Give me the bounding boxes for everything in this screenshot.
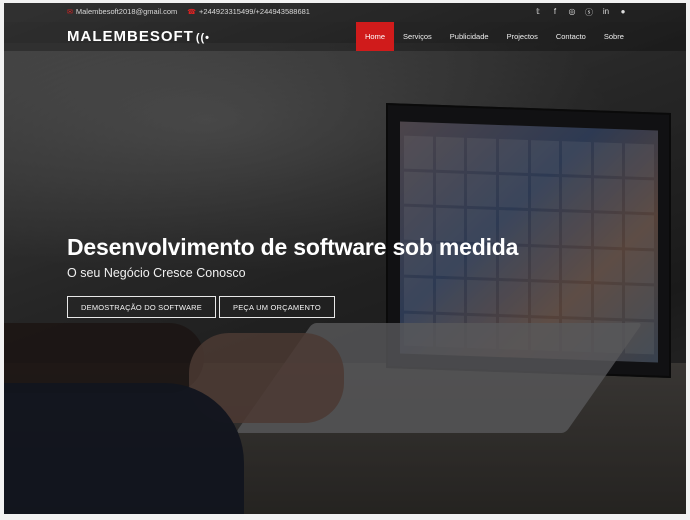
nav-item-home[interactable]: Home (356, 22, 395, 51)
main-menu: Home Serviços Publicidade Projectos Contacto… (356, 22, 633, 51)
phone-item[interactable]: ☎ +244923315499/+244943588681 (187, 7, 310, 16)
nav-item-contacto[interactable]: Contacto (547, 22, 595, 51)
nav-item-servicos[interactable]: Serviços (394, 22, 441, 51)
main-navbar: MALEMBESOFT ((• Home Serviços Publicidade Pr… (4, 22, 686, 51)
facebook-icon[interactable]: f (551, 7, 559, 18)
envelope-icon: ✉ (67, 9, 73, 16)
linkedin-icon[interactable]: in (602, 7, 610, 18)
phone-text: +244923315499/+244943588681 (199, 7, 310, 16)
skype-icon[interactable]: ⓢ (585, 7, 593, 18)
demo-software-button[interactable]: DEMOSTRAÇÃO DO SOFTWARE (67, 296, 216, 318)
request-quote-button[interactable]: PEÇA UM ORÇAMENTO (219, 296, 335, 318)
nav-item-publicidade[interactable]: Publicidade (441, 22, 498, 51)
hero-buttons: DEMOSTRAÇÃO DO SOFTWARE PEÇA UM ORÇAMENT… (67, 296, 335, 318)
logo-text: MALEMBESOFT (67, 28, 194, 45)
instagram-icon[interactable]: ◎ (568, 7, 576, 18)
phone-icon: ☎ (187, 9, 197, 16)
top-bar: ✉ Malembesoft2018@gmail.com ☎ +24492331549… (4, 3, 686, 22)
chat-icon[interactable]: ● (619, 7, 627, 18)
email-text: Malembesoft2018@gmail.com (75, 7, 178, 16)
contact-info: ✉ Malembesoft2018@gmail.com ☎ +24492331549… (67, 7, 310, 16)
twitter-icon[interactable]: 𝕥 (534, 7, 542, 18)
page-frame: ✉ Malembesoft2018@gmail.com ☎ +24492331549… (4, 3, 686, 514)
wifi-icon: ((• (195, 32, 211, 44)
nav-item-projectos[interactable]: Projectos (498, 22, 547, 51)
hero-title: Desenvolvimento de software sob medida (67, 234, 519, 260)
social-links: 𝕥 f ◎ ⓢ in ● (534, 7, 627, 18)
nav-item-sobre[interactable]: Sobre (595, 22, 633, 51)
site-logo[interactable]: MALEMBESOFT ((• (67, 28, 210, 45)
hero-subtitle: O seu Negócio Cresce Conosco (67, 266, 246, 280)
email-item[interactable]: ✉ Malembesoft2018@gmail.com (67, 7, 177, 16)
